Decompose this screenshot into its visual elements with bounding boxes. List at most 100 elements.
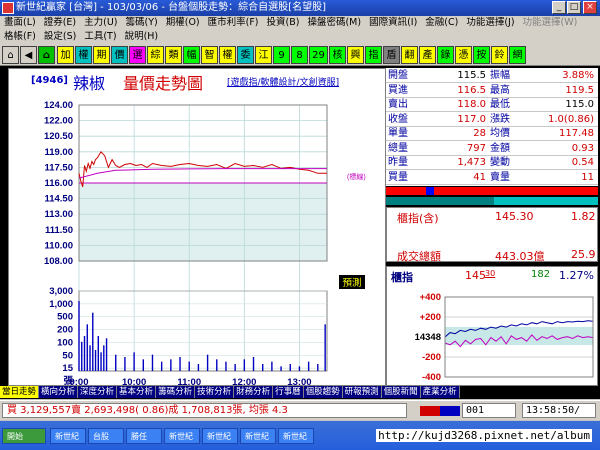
house-icon[interactable]: ⌂: [38, 46, 55, 64]
mini-band: [445, 327, 593, 345]
menu-item[interactable]: 投資(B): [263, 16, 304, 30]
tab-8[interactable]: 個股趨勢: [303, 386, 343, 398]
mini-tick-label: +400: [420, 292, 441, 303]
quote-label: 漲跌: [490, 113, 510, 125]
menu-item[interactable]: 籌碼(Y): [122, 16, 162, 30]
index-value: 145.30: [495, 210, 534, 223]
index-label: 櫃指(含): [397, 212, 439, 225]
menu-item[interactable]: 設定(S): [40, 30, 80, 44]
quote-label: 買進: [388, 84, 408, 96]
taskbar-item[interactable]: 新世紀: [240, 428, 276, 444]
otc-mini-chart: 櫃指 145 30 182 1.27% +400 +200 14348 -200 -40…: [386, 266, 598, 386]
toolbar-button[interactable]: 權: [219, 46, 236, 64]
home-icon[interactable]: ⌂: [2, 46, 19, 64]
tab-0[interactable]: 當日走勢: [0, 386, 40, 398]
menu-item[interactable]: 操盤密碼(M): [303, 16, 365, 30]
toolbar-button[interactable]: 權: [75, 46, 92, 64]
tab-4[interactable]: 籌碼分析: [156, 386, 196, 398]
menu-item[interactable]: 格帳(F): [0, 30, 40, 44]
mini-tick-label: 14348: [415, 332, 441, 343]
tab-3[interactable]: 基本分析: [117, 386, 157, 398]
quote-row: 買量 41 賣量 11: [386, 171, 598, 184]
menu-item[interactable]: 畫面(L): [0, 16, 40, 30]
toolbar-button[interactable]: 幅: [183, 46, 200, 64]
toolbar-button[interactable]: 產: [419, 46, 436, 64]
quote-value: 116.5: [457, 84, 486, 96]
mini-change: 182: [531, 269, 551, 280]
menu-item[interactable]: 功能選擇(J): [462, 16, 518, 30]
toolbar-button[interactable]: 29: [309, 46, 328, 64]
taskbar-item[interactable]: 台股: [88, 428, 124, 444]
toolbar-button[interactable]: 江: [255, 46, 272, 64]
toolbar-button[interactable]: 按: [473, 46, 490, 64]
menu-item[interactable]: 證券(E): [40, 16, 80, 30]
mini-tick-label: -200: [422, 352, 441, 363]
toolbar-button[interactable]: 價: [111, 46, 128, 64]
row-divider: [386, 183, 598, 185]
toolbar-button[interactable]: 加: [57, 46, 74, 64]
otc-index-box: 櫃指(含) 145.30 1.82 成交總額 443.03億 25.9: [386, 207, 598, 263]
toolbar-button[interactable]: 智: [201, 46, 218, 64]
tab-11[interactable]: 產業分析: [420, 386, 460, 398]
close-button[interactable]: ×: [583, 1, 597, 14]
toolbar-button[interactable]: 興: [347, 46, 364, 64]
quote-label: 收盤: [388, 113, 408, 125]
quote-value: 117.48: [559, 128, 594, 139]
secondary-menu: 格帳(F) 設定(S) 工具(T) 說明(H): [0, 30, 600, 44]
price-tick-label: 117.50: [44, 162, 73, 173]
tab-7[interactable]: 行事曆: [273, 386, 304, 398]
menu-item[interactable]: 工具(T): [80, 30, 120, 44]
quote-value: 0.54: [571, 157, 594, 168]
price-tick-label: 119.00: [44, 147, 73, 158]
toolbar-button[interactable]: 憑: [455, 46, 472, 64]
predict-button[interactable]: 預測: [342, 277, 361, 289]
toolbar-button[interactable]: 網: [509, 46, 526, 64]
toolbar-button[interactable]: 核: [329, 46, 346, 64]
menu-item[interactable]: 國際資訊(I): [365, 16, 421, 30]
toolbar-button[interactable]: 錄: [437, 46, 454, 64]
start-button[interactable]: 開始: [2, 428, 46, 444]
taskbar-item[interactable]: 新世紀: [50, 428, 86, 444]
toolbar-button[interactable]: 指: [365, 46, 382, 64]
tab-2[interactable]: 深度分析: [78, 386, 118, 398]
menu-item[interactable]: 匯市利率(F): [204, 16, 263, 30]
market-summary: 買 3,129,557賣 2,693,498( 0.86)成 1,708,813…: [2, 403, 407, 418]
minimize-button[interactable]: _: [552, 1, 566, 14]
quote-row: 昨量 1,473 變動 0.54: [386, 156, 598, 169]
taskbar-item[interactable]: 新世紀: [278, 428, 314, 444]
quote-label: 昨量: [388, 157, 408, 168]
quote-value: 3.88%: [562, 70, 594, 81]
maximize-button[interactable]: □: [567, 1, 581, 14]
toolbar-button[interactable]: 翻: [401, 46, 418, 64]
toolbar-button[interactable]: 選: [129, 46, 146, 64]
quote-value: 41: [473, 171, 486, 183]
taskbar-item[interactable]: 新世紀: [202, 428, 238, 444]
watermark-url: http://kujd3268.pixnet.net/album: [376, 429, 592, 442]
menu-item[interactable]: 主力(U): [80, 16, 121, 30]
quote-value: 11: [581, 171, 594, 183]
tab-6[interactable]: 財務分析: [234, 386, 274, 398]
tab-10[interactable]: 個股新聞: [381, 386, 421, 398]
menu-item[interactable]: 功能選擇(W): [519, 16, 582, 30]
quote-row: 買進 116.5 最高 119.5: [386, 84, 598, 97]
toolbar-button[interactable]: 9: [273, 46, 290, 64]
toolbar-button[interactable]: 綜: [147, 46, 164, 64]
volume-tick-label: 3,000: [49, 286, 73, 297]
quote-value: 1,473: [457, 157, 486, 168]
back-icon[interactable]: ◀: [20, 46, 37, 64]
toolbar-button[interactable]: 鈴: [491, 46, 508, 64]
command-input[interactable]: 001: [462, 403, 516, 418]
menu-item[interactable]: 說明(H): [121, 30, 163, 44]
menu-item[interactable]: 期權(O): [162, 16, 204, 30]
toolbar-button[interactable]: 類: [165, 46, 182, 64]
tab-5[interactable]: 技術分析: [195, 386, 235, 398]
menu-item[interactable]: 金融(C): [421, 16, 462, 30]
taskbar-item[interactable]: 新世紀: [164, 428, 200, 444]
tab-1[interactable]: 橫向分析: [39, 386, 79, 398]
toolbar-button[interactable]: 盾: [383, 46, 400, 64]
tab-9[interactable]: 研報預測: [342, 386, 382, 398]
toolbar-button[interactable]: 期: [93, 46, 110, 64]
toolbar-button[interactable]: 8: [291, 46, 308, 64]
toolbar-button[interactable]: 委: [237, 46, 254, 64]
taskbar-item[interactable]: 勝任: [126, 428, 162, 444]
